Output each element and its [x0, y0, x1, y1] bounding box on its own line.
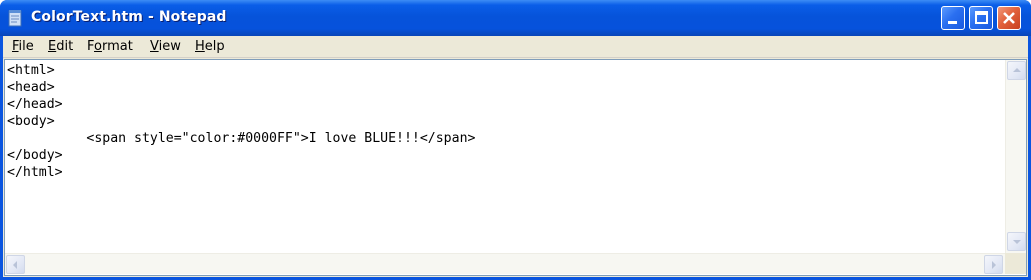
text-line: <span style="color:#0000FF">I love BLUE!… — [7, 131, 476, 146]
size-grip[interactable] — [1005, 253, 1026, 274]
notepad-icon — [8, 10, 22, 27]
menu-view[interactable]: View — [150, 39, 181, 54]
scroll-up-button[interactable] — [1007, 61, 1026, 80]
maximize-icon — [975, 11, 988, 24]
arrow-right-icon — [992, 261, 996, 269]
arrow-up-icon — [1013, 68, 1021, 72]
text-line: </head> — [7, 97, 63, 112]
minimize-icon — [948, 21, 957, 24]
text-line: <body> — [7, 114, 55, 129]
editor-text[interactable]: <html> <head> </head> <body> <span style="c… — [7, 62, 1003, 252]
close-button[interactable] — [997, 6, 1021, 30]
vertical-scrollbar[interactable] — [1005, 60, 1026, 253]
text-line: </html> — [7, 165, 63, 180]
scroll-down-button[interactable] — [1007, 232, 1026, 251]
scroll-right-button[interactable] — [984, 255, 1003, 274]
text-editor[interactable]: <html> <head> </head> <body> <span style="c… — [4, 59, 1027, 276]
scroll-left-button[interactable] — [6, 255, 25, 274]
title-bar[interactable]: ColorText.htm - Notepad — [0, 0, 1031, 36]
horizontal-scrollbar[interactable] — [5, 253, 1005, 274]
arrow-left-icon — [13, 261, 17, 269]
arrow-down-icon — [1013, 240, 1021, 244]
minimize-button[interactable] — [941, 6, 965, 30]
notepad-window: ColorText.htm - Notepad File Edit Format… — [0, 0, 1031, 280]
text-line: <html> — [7, 63, 55, 78]
menu-bar: File Edit Format View Help — [3, 36, 1028, 58]
window-frame: File Edit Format View Help <html> <head> <… — [3, 36, 1028, 277]
menu-help[interactable]: Help — [195, 39, 225, 54]
menu-edit[interactable]: Edit — [48, 39, 73, 54]
menu-file[interactable]: File — [12, 39, 34, 54]
close-icon — [1003, 12, 1015, 24]
menu-format[interactable]: Format — [87, 39, 133, 54]
maximize-button[interactable] — [969, 6, 993, 30]
text-line: <head> — [7, 80, 55, 95]
text-line: </body> — [7, 148, 63, 163]
window-title: ColorText.htm - Notepad — [31, 9, 227, 25]
